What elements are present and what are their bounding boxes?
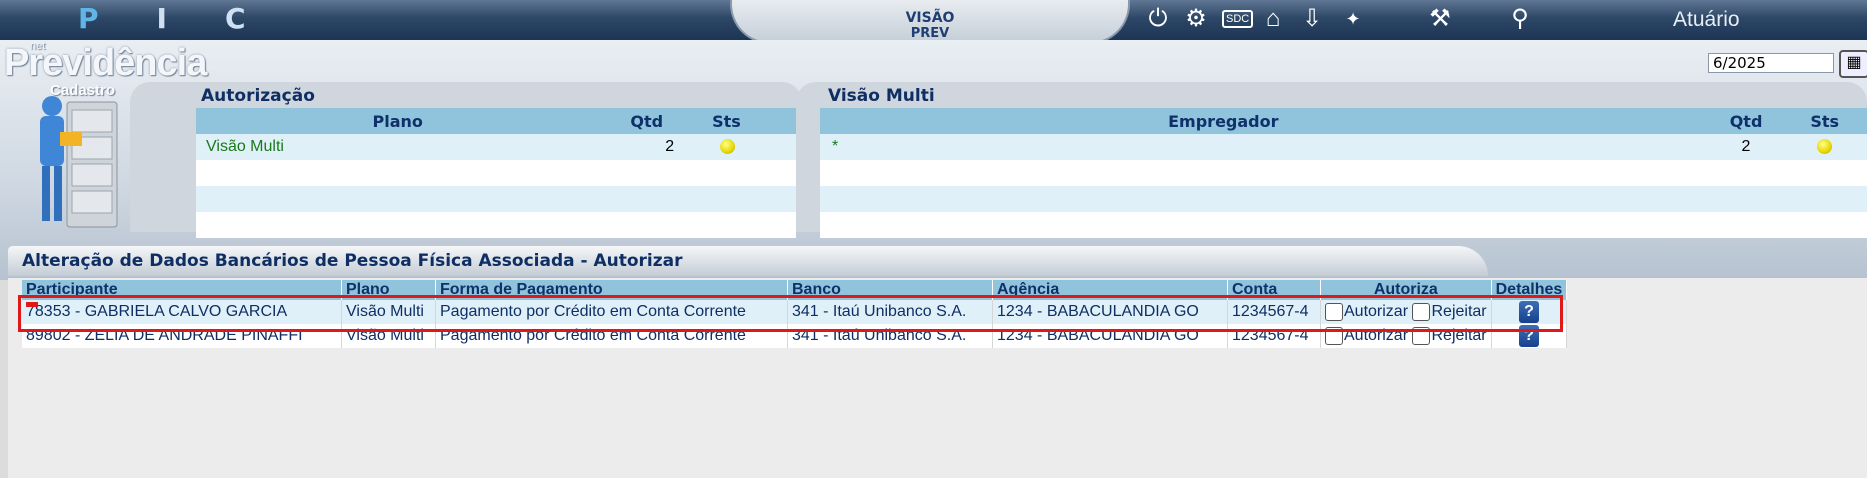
qtd-value: 2 xyxy=(599,134,695,160)
table-row[interactable]: * 2 xyxy=(820,134,1867,160)
main-title: Alteração de Dados Bancários de Pessoa F… xyxy=(22,251,683,271)
download-icon[interactable]: ⇩ xyxy=(1297,4,1327,34)
calendar-icon[interactable]: ▦ xyxy=(1839,50,1867,78)
col-sts: Sts xyxy=(694,108,796,134)
status-dot xyxy=(1817,139,1833,155)
empregador-link[interactable]: * xyxy=(820,134,1627,160)
sdc-icon[interactable]: SDC xyxy=(1222,4,1254,34)
gear-icon[interactable]: ⚙ xyxy=(1181,4,1211,34)
filing-cabinet-illustration xyxy=(40,96,118,228)
row-highlight-box xyxy=(18,295,1563,332)
col-plano: Plano xyxy=(196,108,600,134)
period-input[interactable] xyxy=(1708,53,1834,73)
home-icon[interactable]: ⌂ xyxy=(1258,4,1288,34)
pic-logo: PIC xyxy=(78,2,304,35)
qtd-value: 2 xyxy=(1626,134,1783,160)
autorizacao-title: Autorização xyxy=(201,86,315,106)
brand-line1: VISÃO xyxy=(905,10,955,26)
col-qtd: Qtd xyxy=(1626,108,1783,134)
visao-multi-title: Visão Multi xyxy=(828,86,935,106)
plano-link[interactable]: Visão Multi xyxy=(196,134,600,160)
col-sts: Sts xyxy=(1782,108,1867,134)
visao-multi-table: Empregador Qtd Sts * 2 xyxy=(820,108,1867,238)
table-row[interactable]: Visão Multi 2 xyxy=(196,134,796,160)
power-icon[interactable]: ⏻ xyxy=(1143,4,1173,34)
gavel-icon[interactable]: ⚒ xyxy=(1425,4,1455,34)
atuario-icon[interactable]: ✦ xyxy=(1338,4,1368,34)
col-qtd: Qtd xyxy=(599,108,695,134)
visao-multi-panel: Visão Multi Empregador Qtd Sts * 2 xyxy=(796,82,1867,238)
atuario-label[interactable]: Atuário xyxy=(1673,8,1740,32)
autorizacao-table: Plano Qtd Sts Visão Multi 2 xyxy=(196,108,796,238)
col-empregador: Empregador xyxy=(820,108,1627,134)
visao-prev-logo[interactable]: VISÃO PREV xyxy=(730,0,1130,44)
module-title: Previdência xyxy=(4,42,207,84)
row-highlight-marker xyxy=(26,302,38,307)
search-icon[interactable]: ⚲ xyxy=(1505,4,1535,34)
status-dot xyxy=(720,139,736,155)
autorizacao-panel: Autorização Plano Qtd Sts Visão Multi 2 xyxy=(130,82,802,238)
